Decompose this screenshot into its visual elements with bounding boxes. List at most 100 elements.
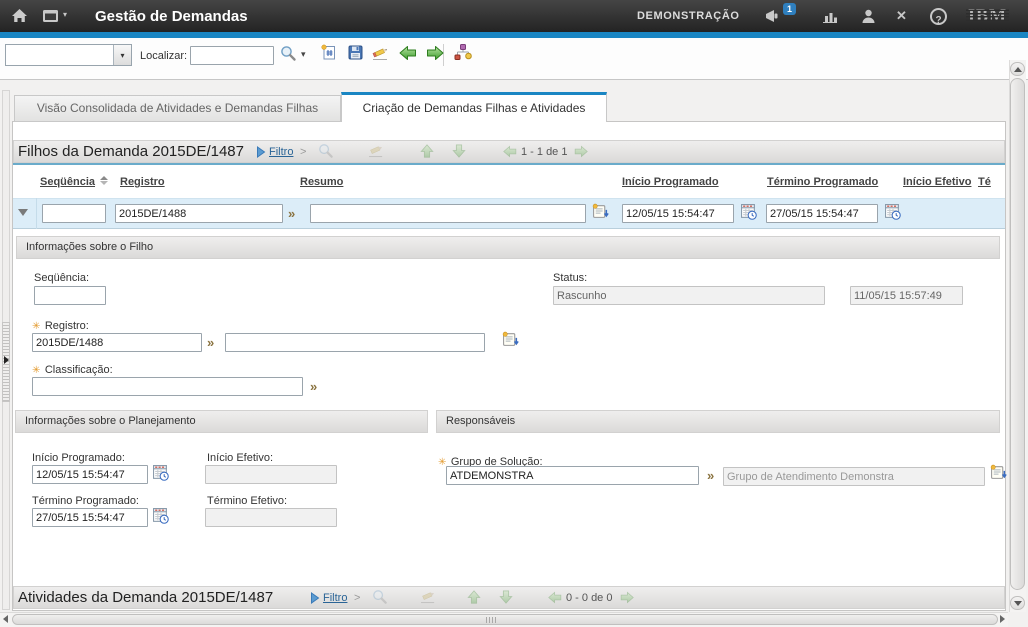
atividades-section-title: Atividades da Demanda 2015DE/1487	[18, 589, 273, 606]
search-icon[interactable]	[280, 45, 297, 62]
grupo-solucao-descricao-field	[723, 467, 985, 486]
notification-badge[interactable]: 1	[783, 3, 796, 15]
col-resumo[interactable]: Resumo	[300, 176, 343, 188]
app-switcher-icon[interactable]	[42, 9, 60, 23]
filhos-pagination: 1 - 1 de 1	[521, 146, 567, 158]
announcements-icon[interactable]	[764, 9, 781, 23]
scroll-down-button[interactable]	[1010, 596, 1025, 610]
row-collapse-icon[interactable]	[18, 209, 28, 216]
row-termino-calendar-icon[interactable]	[885, 203, 901, 220]
registro-longdesc-icon[interactable]	[502, 331, 519, 348]
home-icon[interactable]	[11, 8, 28, 23]
filter-play-icon[interactable]	[310, 592, 320, 604]
next-record-icon[interactable]	[426, 45, 444, 61]
classificacao-input[interactable]	[32, 377, 303, 396]
atividades-next-row-icon	[499, 590, 513, 604]
registro-input[interactable]	[32, 333, 202, 352]
termino-programado-input[interactable]	[32, 508, 148, 527]
col-termino-programado[interactable]: Término Programado	[767, 176, 878, 188]
classificacao-label: ✳ Classificação:	[32, 360, 113, 378]
record-select-caret-icon[interactable]: ▾	[113, 45, 131, 65]
filhos-prev-row-icon	[420, 144, 434, 158]
inicio-programado-input[interactable]	[32, 465, 148, 484]
reports-chart-icon[interactable]	[822, 10, 838, 23]
row-resumo-longdesc-icon[interactable]	[592, 203, 609, 220]
filhos-next-page-icon	[574, 145, 588, 158]
help-icon[interactable]: ?	[930, 8, 947, 25]
status-date-field	[850, 286, 963, 305]
row-inicio-programado-input[interactable]	[622, 204, 734, 223]
record-select[interactable]: ▾	[5, 44, 132, 66]
ibm-logo: IBM	[968, 7, 1007, 24]
scroll-left-button[interactable]	[3, 615, 8, 623]
environment-label: DEMONSTRAÇÃO	[637, 10, 740, 22]
scroll-up-button[interactable]	[1010, 62, 1025, 76]
sequencia-label: Seqüência:	[34, 272, 89, 284]
filhos-filter-expand-icon[interactable]: >	[300, 146, 306, 158]
sort-asc-icon[interactable]	[100, 176, 108, 185]
filhos-search-icon	[318, 143, 334, 159]
registro-label: ✳ Registro:	[32, 316, 89, 334]
col-inicio-programado[interactable]: Início Programado	[622, 176, 719, 188]
vertical-scrollbar-thumb[interactable]	[1010, 78, 1025, 590]
filter-play-icon[interactable]	[256, 146, 266, 158]
atividades-prev-page-icon	[548, 591, 562, 604]
save-icon[interactable]	[348, 45, 363, 60]
grupo-solucao-detail-chevron-icon[interactable]: »	[707, 469, 714, 483]
atividades-filter-link[interactable]: Filtro	[323, 592, 347, 604]
profile-icon[interactable]	[861, 9, 876, 23]
atividades-filter-expand-icon[interactable]: >	[354, 592, 360, 604]
horizontal-scrollbar-grip[interactable]	[486, 617, 497, 623]
tab-criacao-demandas[interactable]: Criação de Demandas Filhas e Atividades	[341, 92, 607, 122]
col-inicio-efetivo[interactable]: Início Efetivo	[903, 176, 971, 188]
registro-descricao-input[interactable]	[225, 333, 485, 352]
application-window: ▾ Gestão de Demandas DEMONSTRAÇÃO 1 ✕ ? …	[0, 0, 1028, 627]
responsaveis-section-bar	[436, 410, 1000, 433]
sequencia-input[interactable]	[34, 286, 106, 305]
row-sequencia-input[interactable]	[42, 204, 106, 223]
row-registro-input[interactable]	[115, 204, 283, 223]
planejamento-title: Informações sobre o Planejamento	[25, 415, 196, 427]
filhos-next-row-icon	[452, 144, 466, 158]
tab-visao-consolidada[interactable]: Visão Consolidada de Atividades e Demand…	[14, 95, 341, 122]
info-filho-section-bar	[16, 236, 1000, 259]
logout-close-icon[interactable]: ✕	[896, 8, 907, 24]
atividades-search-icon	[372, 589, 388, 605]
required-star-icon: ✳	[32, 321, 40, 332]
atividades-edit-icon	[420, 589, 438, 604]
grupo-solucao-longdesc-icon[interactable]	[990, 464, 1007, 481]
termino-programado-calendar-icon[interactable]	[153, 507, 169, 524]
filhos-filter-link[interactable]: Filtro	[269, 146, 293, 158]
row-termino-programado-input[interactable]	[766, 204, 878, 223]
required-star-icon: ✳	[32, 365, 40, 376]
new-record-icon[interactable]	[320, 44, 337, 61]
table-top-rule	[13, 163, 1005, 165]
atividades-pagination: 0 - 0 de 0	[566, 592, 612, 604]
clear-changes-icon[interactable]	[372, 45, 391, 61]
previous-record-icon[interactable]	[399, 45, 417, 61]
termino-efetivo-label: Término Efetivo:	[207, 495, 287, 507]
localizar-input[interactable]	[190, 46, 274, 65]
localizar-label: Localizar:	[140, 50, 187, 62]
inicio-efetivo-field	[205, 465, 337, 484]
row-resumo-input[interactable]	[310, 204, 586, 223]
app-switcher-caret-icon[interactable]: ▾	[63, 13, 67, 15]
app-title: Gestão de Demandas	[95, 8, 248, 25]
inicio-efetivo-label: Início Efetivo:	[207, 452, 273, 464]
col-registro[interactable]: Registro	[120, 176, 165, 188]
route-workflow-icon[interactable]	[453, 44, 473, 60]
title-bar: ▾ Gestão de Demandas DEMONSTRAÇÃO 1 ✕ ? …	[0, 0, 1028, 33]
grupo-solucao-input[interactable]	[446, 466, 699, 485]
registro-detail-chevron-icon[interactable]: »	[207, 336, 214, 350]
scroll-right-button[interactable]	[1000, 615, 1005, 623]
row-inicio-calendar-icon[interactable]	[741, 203, 757, 220]
atividades-next-page-icon	[620, 591, 634, 604]
status-label: Status:	[553, 272, 587, 284]
row-registro-detail-chevron-icon[interactable]: »	[288, 207, 295, 221]
col-sequencia[interactable]: Seqüência	[40, 176, 95, 188]
col-termino-efetivo[interactable]: Té	[978, 176, 1005, 188]
classificacao-detail-chevron-icon[interactable]: »	[310, 380, 317, 394]
inicio-programado-calendar-icon[interactable]	[153, 464, 169, 481]
horizontal-scrollbar-thumb[interactable]	[12, 614, 998, 625]
search-caret-icon[interactable]: ▾	[301, 49, 306, 60]
